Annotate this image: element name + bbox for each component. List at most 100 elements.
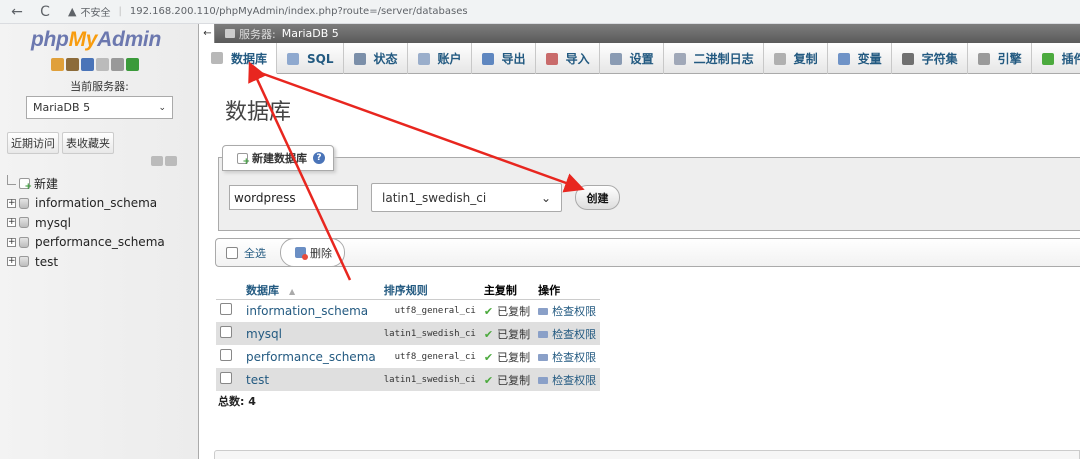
check-privileges-link[interactable]: 检查权限 xyxy=(534,322,601,345)
tree-item-label[interactable]: 新建 xyxy=(34,175,58,192)
tab-accounts[interactable]: 账户 xyxy=(408,43,472,74)
tree-item-test[interactable]: + test xyxy=(7,252,165,272)
check-privileges-label[interactable]: 检查权限 xyxy=(552,328,596,341)
tab-binlog[interactable]: 二进制日志 xyxy=(664,43,764,74)
tree-item-label[interactable]: performance_schema xyxy=(35,235,165,249)
database-name-link[interactable]: test xyxy=(242,368,380,391)
breadcrumb: ← 服务器: MariaDB 5 xyxy=(201,24,1080,43)
header-collation[interactable]: 排序规则 xyxy=(379,281,480,300)
collation-cell: latin1_swedish_ci xyxy=(379,322,480,345)
tab-export[interactable]: 导出 xyxy=(472,43,536,74)
expand-icon[interactable]: + xyxy=(7,198,16,208)
tree-item-new[interactable]: 新建 xyxy=(7,174,165,194)
replication-cell: ✔ 已复制 xyxy=(479,368,535,391)
browser-address-bar: ← C ▲ 不安全 | 192.168.200.110/phpMyAdmin/i… xyxy=(0,0,1080,24)
database-name-link[interactable]: performance_schema xyxy=(242,345,380,368)
help-icon[interactable]: ? xyxy=(313,152,325,164)
docs-icon[interactable] xyxy=(96,58,109,71)
check-privileges-label[interactable]: 检查权限 xyxy=(552,374,596,387)
replication-cell: ✔ 已复制 xyxy=(479,345,535,368)
row-checkbox[interactable] xyxy=(220,303,232,316)
tab-engines[interactable]: 引擎 xyxy=(968,43,1032,74)
reload-icon[interactable]: C xyxy=(34,1,56,23)
row-checkbox[interactable] xyxy=(220,326,232,338)
tab-databases[interactable]: 数据库 xyxy=(201,43,278,74)
replication-label: 已复制 xyxy=(497,350,531,364)
home-icon[interactable] xyxy=(51,58,64,71)
sort-ascending-icon: ▲ xyxy=(289,286,296,296)
database-icon xyxy=(19,236,29,248)
create-button[interactable]: 创建 xyxy=(575,185,620,210)
tab-sql[interactable]: SQL xyxy=(277,43,344,74)
tree-item-performance-schema[interactable]: + performance_schema xyxy=(7,233,165,253)
tab-label: 变量 xyxy=(857,52,882,66)
header-database[interactable]: 数据库 ▲ xyxy=(242,281,380,300)
server-select[interactable]: MariaDB 5 ⌄ xyxy=(26,96,173,119)
url-box[interactable]: ▲ 不安全 | 192.168.200.110/phpMyAdmin/index… xyxy=(68,4,468,19)
page-title: 数据库 xyxy=(225,100,292,125)
row-checkbox[interactable] xyxy=(220,349,232,361)
table-row: mysql latin1_swedish_ci ✔ 已复制 检查权限 xyxy=(216,322,601,345)
tab-settings[interactable]: 设置 xyxy=(600,43,664,74)
collation-select[interactable]: latin1_swedish_ci ⌄ xyxy=(371,183,562,212)
collation-cell: utf8_general_ci xyxy=(379,299,480,322)
collapse-arrow-icon[interactable]: ← xyxy=(201,24,215,43)
tab-label: 设置 xyxy=(629,52,654,66)
favorites-button[interactable]: 表收藏夹 xyxy=(62,132,114,154)
status-icon xyxy=(353,52,366,65)
check-privileges-link[interactable]: 检查权限 xyxy=(534,368,601,391)
expand-icon[interactable]: + xyxy=(7,218,16,228)
tab-import[interactable]: 导入 xyxy=(536,43,600,74)
database-name-link[interactable]: information_schema xyxy=(242,299,380,322)
check-all-checkbox[interactable] xyxy=(226,246,238,259)
replication-label: 已复制 xyxy=(497,304,531,318)
database-icon xyxy=(19,217,29,229)
check-privileges-link[interactable]: 检查权限 xyxy=(534,345,601,368)
expand-icon[interactable]: + xyxy=(7,257,16,267)
create-database-title: 新建数据库 xyxy=(252,152,307,165)
tree-item-information-schema[interactable]: + information_schema xyxy=(7,194,165,214)
tab-variables[interactable]: 变量 xyxy=(828,43,892,74)
header-database-label[interactable]: 数据库 xyxy=(246,284,279,297)
bulk-actions-bar: 全选 删除 xyxy=(215,238,1080,267)
breadcrumb-server-value[interactable]: MariaDB 5 xyxy=(282,27,339,40)
phpmyadmin-logo[interactable]: phpMyAdmin xyxy=(31,28,161,52)
help-icon[interactable] xyxy=(81,58,94,71)
replication-label: 已复制 xyxy=(497,373,531,387)
collapse-all-icon[interactable] xyxy=(151,156,163,166)
url-text[interactable]: 192.168.200.110/phpMyAdmin/index.php?rou… xyxy=(130,6,468,17)
check-all[interactable]: 全选 xyxy=(226,245,266,261)
table-header-row: 数据库 ▲ 排序规则 主复制 操作 xyxy=(216,281,601,300)
quick-buttons: 近期访问 表收藏夹 xyxy=(7,132,114,154)
tab-charsets[interactable]: 字符集 xyxy=(892,43,968,74)
check-privileges-label[interactable]: 检查权限 xyxy=(552,305,596,318)
database-name-link[interactable]: mysql xyxy=(242,322,380,345)
check-all-label[interactable]: 全选 xyxy=(244,245,266,261)
tree-item-label[interactable]: mysql xyxy=(35,216,71,230)
header-action: 操作 xyxy=(534,281,601,300)
expand-icon[interactable]: + xyxy=(7,237,16,247)
back-icon[interactable]: ← xyxy=(6,1,28,23)
gear-icon[interactable] xyxy=(111,58,124,71)
database-name-input[interactable] xyxy=(229,185,358,210)
exit-icon[interactable] xyxy=(66,58,79,71)
tab-plugins[interactable]: 插件 xyxy=(1032,43,1080,74)
row-checkbox-cell xyxy=(216,322,242,345)
delete-icon xyxy=(295,247,308,260)
row-checkbox[interactable] xyxy=(220,372,232,384)
reload-nav-icon[interactable] xyxy=(126,58,139,71)
binlog-icon xyxy=(673,52,686,65)
tab-replication[interactable]: 复制 xyxy=(764,43,828,74)
url-separator: | xyxy=(118,6,122,17)
privileges-icon xyxy=(538,307,549,315)
check-privileges-label[interactable]: 检查权限 xyxy=(552,351,596,364)
tree-item-mysql[interactable]: + mysql xyxy=(7,213,165,233)
tree-item-label[interactable]: test xyxy=(35,255,58,269)
delete-button[interactable]: 删除 xyxy=(280,238,345,267)
replication-icon xyxy=(773,52,786,65)
link-icon[interactable] xyxy=(165,156,177,166)
recent-button[interactable]: 近期访问 xyxy=(7,132,59,154)
tree-item-label[interactable]: information_schema xyxy=(35,196,157,210)
check-privileges-link[interactable]: 检查权限 xyxy=(534,299,601,322)
tab-status[interactable]: 状态 xyxy=(344,43,408,74)
